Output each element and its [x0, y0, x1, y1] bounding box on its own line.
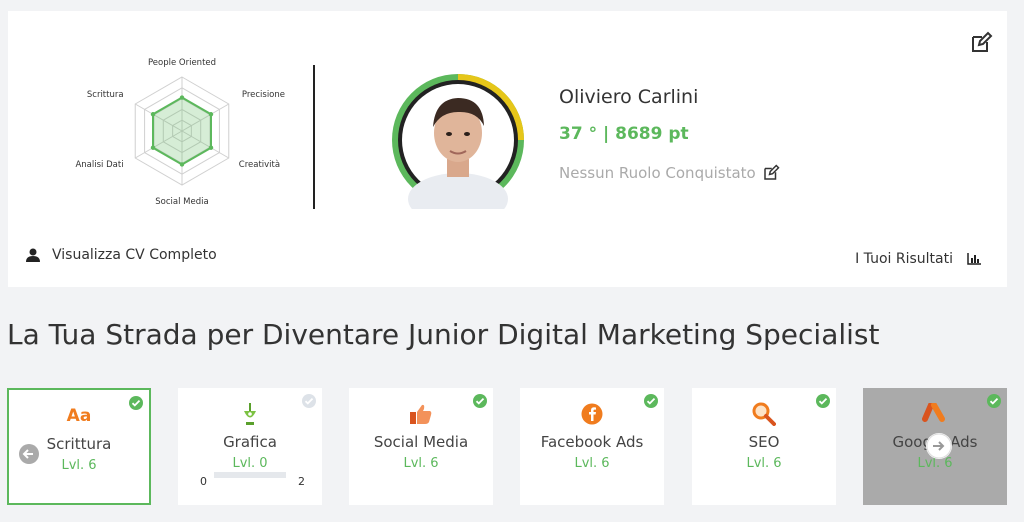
- radar-point: [179, 95, 185, 100]
- radar-point: [150, 112, 156, 117]
- facebook-icon: [520, 402, 664, 426]
- pen-tool-icon: [178, 402, 322, 426]
- radar-point: [179, 162, 185, 167]
- path-title: La Tua Strada per Diventare Junior Digit…: [7, 318, 880, 351]
- radar-point: [208, 145, 214, 150]
- google-ads-icon: [863, 402, 1007, 426]
- radar-point: [208, 112, 214, 117]
- skill-level: Lvl. 0: [232, 456, 268, 471]
- skill-tile-facebook-ads[interactable]: Facebook Ads Lvl. 6: [520, 388, 664, 505]
- avatar[interactable]: [389, 71, 527, 209]
- skill-name: Grafica: [223, 433, 277, 451]
- radar-point: [150, 145, 156, 150]
- profile-card: People Oriented Precisione Creatività Socia…: [8, 11, 1007, 287]
- completed-check-icon: [473, 394, 487, 408]
- text-aa-icon: Aa: [66, 406, 92, 426]
- completed-check-icon: [987, 394, 1001, 408]
- skill-tile-seo[interactable]: SEO Lvl. 6: [692, 388, 836, 505]
- skill-level: Lvl. 6: [574, 456, 610, 471]
- results-link[interactable]: I Tuoi Risultati: [855, 251, 981, 267]
- skills-carousel: Aa Scrittura Lvl. 6 Grafica Lvl. 0 0 2 S…: [0, 388, 1024, 506]
- skill-tile-scrittura[interactable]: Aa Scrittura Lvl. 6: [7, 388, 151, 505]
- user-name: Oliviero Carlini: [559, 86, 699, 108]
- skills-radar-chart: People Oriented Precisione Creatività Socia…: [75, 58, 285, 207]
- radar-label: Analisi Dati: [75, 160, 123, 170]
- bar-chart-icon: [967, 253, 981, 265]
- skill-name: Facebook Ads: [540, 433, 644, 451]
- radar-series-area: [152, 96, 212, 166]
- vertical-divider: [313, 65, 315, 209]
- progress-min: 0: [200, 475, 207, 488]
- role-label: Nessun Ruolo Conquistato: [559, 164, 756, 182]
- completed-check-icon: [816, 394, 830, 408]
- skill-name: Social Media: [373, 433, 469, 451]
- skill-progress-bar: [214, 472, 286, 478]
- user-score: 37 ° | 8689 pt: [559, 124, 689, 144]
- results-label: I Tuoi Risultati: [855, 251, 953, 267]
- radar-label: Social Media: [155, 197, 208, 207]
- skill-level: Lvl. 6: [746, 456, 782, 471]
- skill-level: Lvl. 6: [403, 456, 439, 471]
- arrow-left-icon: [22, 449, 33, 459]
- edit-profile-icon[interactable]: [969, 31, 993, 55]
- radar-label: People Oriented: [148, 58, 216, 68]
- completed-check-icon: [129, 396, 143, 410]
- magnifier-icon: [692, 402, 836, 426]
- radar-label: Creatività: [239, 160, 280, 170]
- arrow-right-icon: [926, 433, 952, 459]
- user-role: Nessun Ruolo Conquistato: [559, 164, 780, 182]
- carousel-prev-button[interactable]: [19, 444, 39, 464]
- completed-check-icon: [644, 394, 658, 408]
- incomplete-check-icon: [302, 394, 316, 408]
- edit-role-icon[interactable]: [762, 164, 780, 182]
- carousel-next-button[interactable]: [926, 433, 952, 459]
- radar-label: Scrittura: [87, 90, 124, 100]
- skill-name: SEO: [748, 433, 780, 451]
- user-icon: [26, 248, 40, 262]
- view-cv-label: Visualizza CV Completo: [52, 247, 217, 263]
- skill-tile-social-media[interactable]: Social Media Lvl. 6: [349, 388, 493, 505]
- skill-tile-grafica[interactable]: Grafica Lvl. 0 0 2: [178, 388, 322, 505]
- thumbs-up-icon: [349, 402, 493, 426]
- radar-label: Precisione: [242, 90, 285, 100]
- progress-max: 2: [298, 475, 305, 488]
- view-cv-link[interactable]: Visualizza CV Completo: [26, 247, 217, 263]
